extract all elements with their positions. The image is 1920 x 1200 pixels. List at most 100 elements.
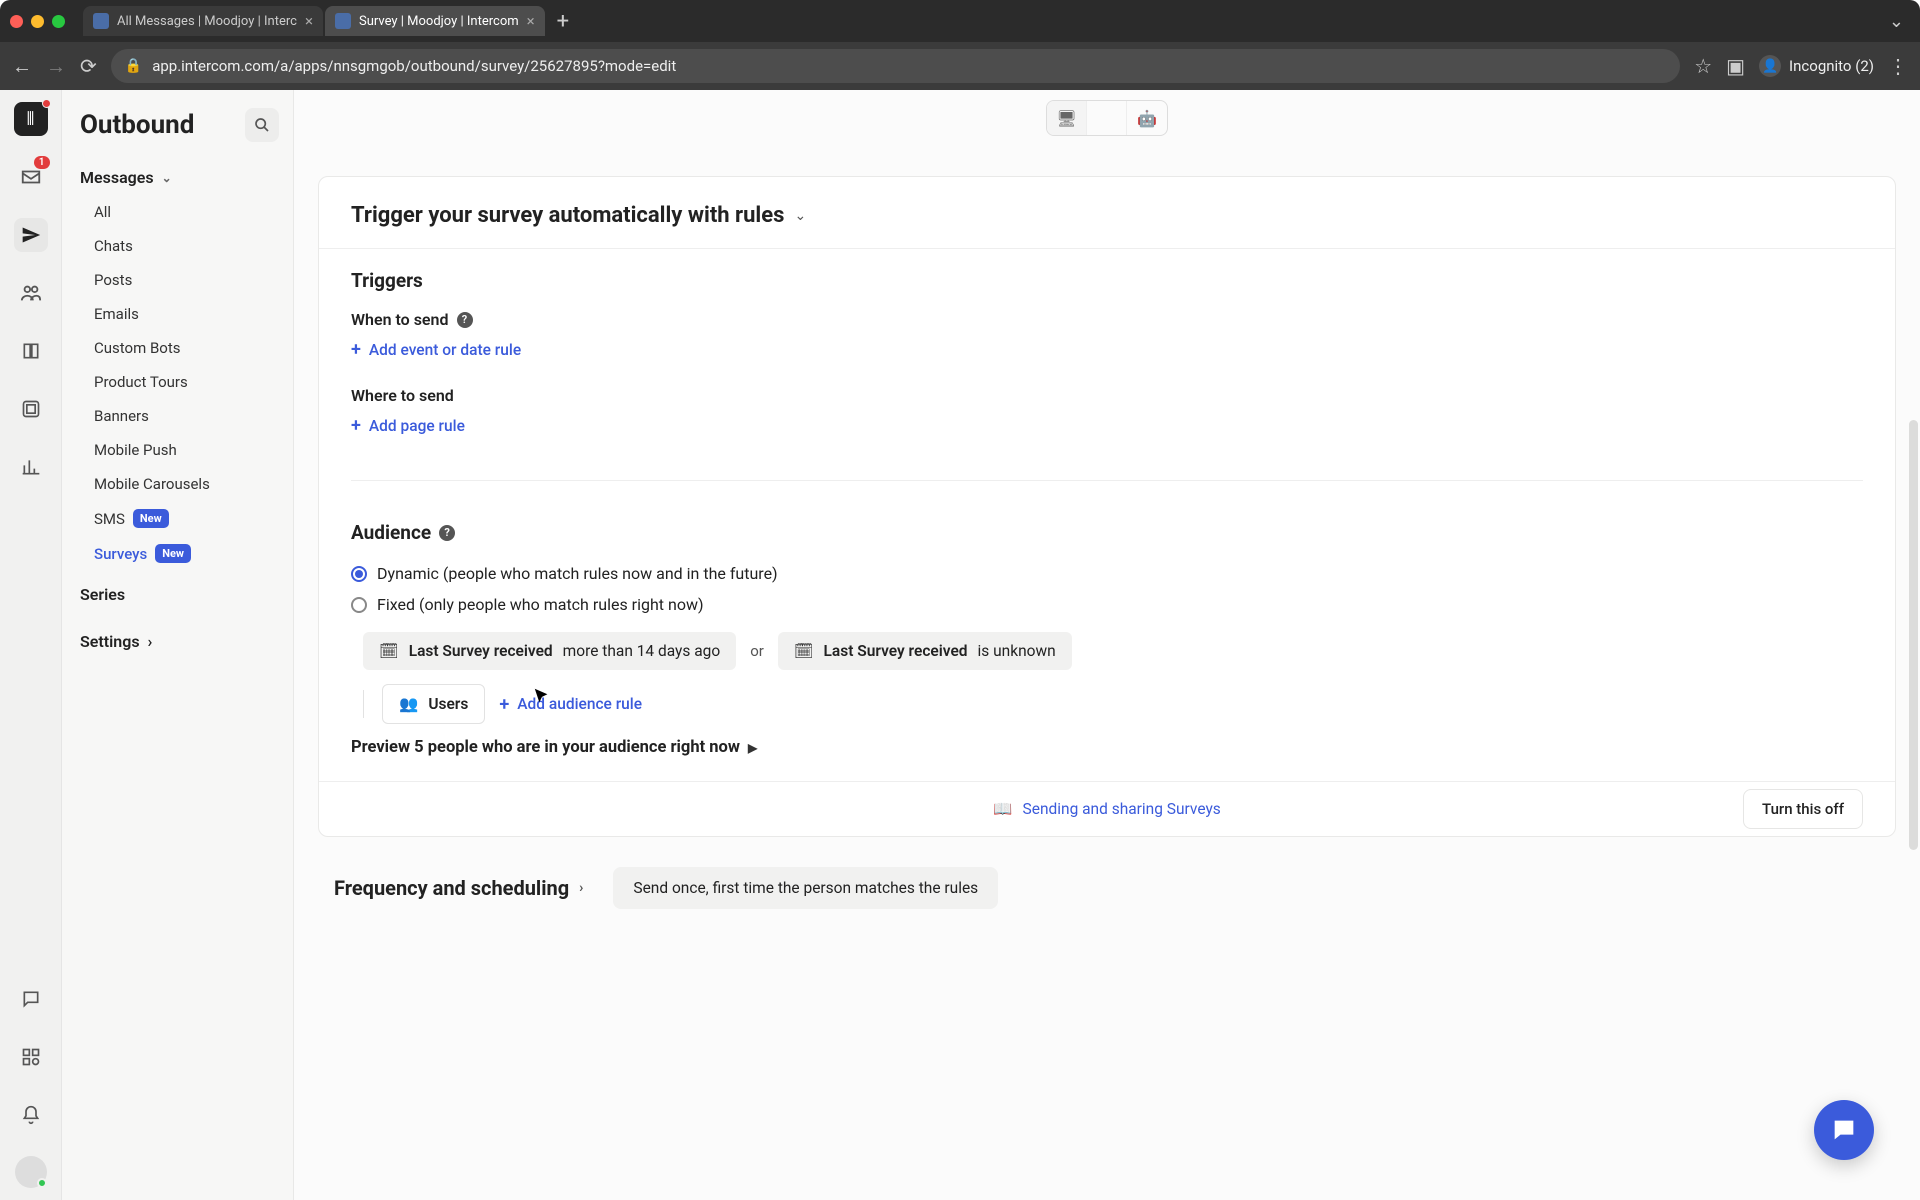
turn-off-button[interactable]: Turn this off xyxy=(1743,789,1863,829)
rail-articles-icon[interactable] xyxy=(14,334,48,368)
card-footer: 📖 Sending and sharing Surveys Turn this … xyxy=(319,781,1895,836)
docs-link-label: Sending and sharing Surveys xyxy=(1023,800,1221,818)
lock-icon: 🔒 xyxy=(125,58,142,74)
close-tab-icon[interactable]: × xyxy=(305,12,313,30)
sidebar-settings[interactable]: Settings › xyxy=(62,618,293,665)
incognito-badge[interactable]: 👤 Incognito (2) xyxy=(1759,55,1874,77)
nav-back-icon[interactable]: ← xyxy=(12,54,32,79)
audience-actions-row: 👥 Users + Add audience rule xyxy=(363,684,1863,724)
sidebar-title: Outbound xyxy=(80,110,194,140)
star-icon[interactable]: ☆ xyxy=(1694,54,1712,78)
audience-title-row: Audience ? xyxy=(351,521,1863,544)
audience-section: Audience ? Dynamic (people who match rul… xyxy=(319,501,1895,781)
device-android-button[interactable]: 🤖 xyxy=(1127,101,1167,135)
help-icon[interactable]: ? xyxy=(439,525,455,541)
sidebar-item-mobile-push[interactable]: Mobile Push xyxy=(68,433,293,467)
icon-rail: ⦀ 1 xyxy=(0,90,62,1200)
browser-tab-strip: All Messages | Moodjoy | Interc × Survey… xyxy=(0,0,1920,42)
incognito-icon: 👤 xyxy=(1759,55,1781,77)
sidebar-items: All Chats Posts Emails Custom Bots Produ… xyxy=(62,195,293,571)
sidebar-item-surveys[interactable]: Surveys New xyxy=(68,536,293,571)
book-icon: 📖 xyxy=(993,800,1012,818)
sidebar-item-product-tours[interactable]: Product Tours xyxy=(68,365,293,399)
browser-tab-1[interactable]: Survey | Moodjoy | Intercom × xyxy=(325,6,545,36)
triggers-title: Triggers xyxy=(351,269,1863,292)
indent-bar xyxy=(363,690,364,718)
frequency-summary-pill[interactable]: Send once, first time the person matches… xyxy=(613,867,998,909)
docs-link[interactable]: 📖 Sending and sharing Surveys xyxy=(993,800,1221,818)
card-heading-row[interactable]: Trigger your survey automatically with r… xyxy=(319,177,1895,249)
sidebar-item-all[interactable]: All xyxy=(68,195,293,229)
rail-notifications-icon[interactable] xyxy=(14,1098,48,1132)
close-window-icon[interactable] xyxy=(10,15,23,28)
messenger-fab[interactable] xyxy=(1814,1100,1874,1160)
plus-icon: + xyxy=(499,694,509,715)
brand-logo-icon[interactable]: ⦀ xyxy=(14,102,48,136)
chevron-down-icon: ⌄ xyxy=(162,171,172,185)
sidebar-group-messages[interactable]: Messages ⌄ xyxy=(62,154,293,195)
add-link-label: Add event or date rule xyxy=(369,341,521,359)
rail-reports-icon[interactable] xyxy=(14,450,48,484)
rule-chip-last-survey-2[interactable]: 🗓 Last Survey received is unknown xyxy=(778,632,1072,670)
add-audience-rule-button[interactable]: + Add audience rule xyxy=(499,694,642,715)
sidebar-item-emails[interactable]: Emails xyxy=(68,297,293,331)
new-tab-button[interactable]: + xyxy=(547,9,579,34)
sidebar-item-sms[interactable]: SMS New xyxy=(68,501,293,536)
browser-tab-0[interactable]: All Messages | Moodjoy | Interc × xyxy=(83,6,323,36)
address-bar-row: ← → ⟳ 🔒 app.intercom.com/a/apps/nnsgmgob… xyxy=(0,42,1920,90)
chip-or-separator: or xyxy=(750,642,764,660)
calendar-icon: 🗓 xyxy=(379,642,399,660)
sidebar-item-custom-bots[interactable]: Custom Bots xyxy=(68,331,293,365)
rail-apps-icon[interactable] xyxy=(14,1040,48,1074)
new-badge: New xyxy=(155,544,191,563)
sidebar-item-chats[interactable]: Chats xyxy=(68,229,293,263)
rail-messenger-icon[interactable] xyxy=(14,982,48,1016)
rail-operator-icon[interactable] xyxy=(14,392,48,426)
frequency-heading[interactable]: Frequency and scheduling › xyxy=(334,876,583,900)
maximize-window-icon[interactable] xyxy=(52,15,65,28)
rule-chip-last-survey-1[interactable]: 🗓 Last Survey received more than 14 days… xyxy=(363,632,736,670)
where-to-send-label: Where to send xyxy=(351,386,1863,405)
frequency-row: Frequency and scheduling › Send once, fi… xyxy=(334,867,1880,909)
rail-contacts-icon[interactable] xyxy=(14,276,48,310)
minimize-window-icon[interactable] xyxy=(31,15,44,28)
reload-icon[interactable]: ⟳ xyxy=(80,54,97,78)
user-avatar[interactable] xyxy=(15,1156,47,1188)
device-ios-button[interactable] xyxy=(1087,101,1127,135)
scrollbar[interactable] xyxy=(1909,420,1918,850)
device-desktop-button[interactable]: 🖥 xyxy=(1047,101,1087,135)
audience-title: Audience xyxy=(351,521,431,544)
chip-attr: Last Survey received xyxy=(824,642,968,660)
radio-label: Dynamic (people who match rules now and … xyxy=(377,564,778,583)
panel-icon[interactable]: ▣ xyxy=(1726,54,1745,78)
sidebar-item-posts[interactable]: Posts xyxy=(68,263,293,297)
help-icon[interactable]: ? xyxy=(457,312,473,328)
sidebar-item-label: Banners xyxy=(94,407,149,425)
sublabel-text: When to send xyxy=(351,310,449,329)
users-icon: 👥 xyxy=(399,695,418,713)
url-text: app.intercom.com/a/apps/nnsgmgob/outboun… xyxy=(152,57,676,75)
audience-fixed-radio[interactable]: Fixed (only people who match rules right… xyxy=(351,595,1863,614)
add-event-rule-button[interactable]: + Add event or date rule xyxy=(351,339,1863,360)
rail-outbound-icon[interactable] xyxy=(14,218,48,252)
add-link-label: Add audience rule xyxy=(517,695,642,713)
sidebar-item-label: Custom Bots xyxy=(94,339,181,357)
sidebar-search-button[interactable] xyxy=(245,108,279,142)
kebab-menu-icon[interactable]: ⋮ xyxy=(1888,54,1908,78)
tab-favicon-icon xyxy=(93,13,109,29)
chat-bubble-icon xyxy=(1830,1116,1858,1144)
users-chip[interactable]: 👥 Users xyxy=(382,684,485,724)
triangle-right-icon: ▶ xyxy=(748,741,757,755)
audience-dynamic-radio[interactable]: Dynamic (people who match rules now and … xyxy=(351,564,1863,583)
preview-audience-link[interactable]: Preview 5 people who are in your audienc… xyxy=(351,738,1863,757)
sidebar-item-banners[interactable]: Banners xyxy=(68,399,293,433)
sidebar-item-mobile-carousels[interactable]: Mobile Carousels xyxy=(68,467,293,501)
sidebar-item-label: Posts xyxy=(94,271,132,289)
frequency-title-text: Frequency and scheduling xyxy=(334,876,569,900)
sidebar-series[interactable]: Series xyxy=(62,571,293,618)
tab-overflow-icon[interactable]: ⌄ xyxy=(1889,11,1910,32)
rail-inbox-icon[interactable]: 1 xyxy=(14,160,48,194)
add-page-rule-button[interactable]: + Add page rule xyxy=(351,415,1863,436)
address-bar[interactable]: 🔒 app.intercom.com/a/apps/nnsgmgob/outbo… xyxy=(111,49,1680,83)
close-tab-icon[interactable]: × xyxy=(527,12,535,30)
